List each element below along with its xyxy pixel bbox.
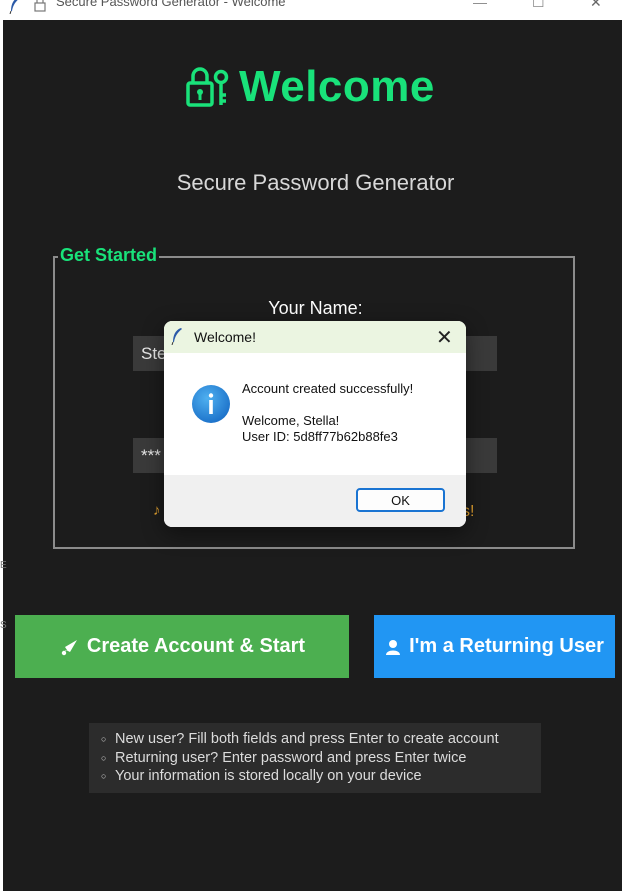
tip-item: ○ New user? Fill both fields and press En… [101,731,499,747]
ok-button[interactable]: OK [356,488,445,512]
window-title: Secure Password Generator - Welcome [56,0,286,9]
edge-mark-1: E [0,560,7,571]
feather-icon [9,0,18,14]
page-title: Welcome [239,62,435,111]
tip-item: ○ Your information is stored locally on y… [101,768,422,784]
dialog-body: Account created successfully! Welcome, S… [164,353,466,475]
dialog-title: Welcome! [194,329,256,345]
returning-user-button[interactable]: I'm a Returning User [374,615,615,678]
dialog-line-3: User ID: 5d8ff77b62b88fe3 [242,429,398,444]
minimize-button[interactable]: — [473,0,487,10]
name-label: Your Name: [268,298,363,318]
dialog-titlebar: Welcome! ✕ [164,321,466,353]
feather-icon [171,328,182,345]
hint-icon: ♪ [153,502,161,519]
user-icon [386,639,401,655]
rocket-icon [61,639,77,655]
lock-key-icon [186,67,229,107]
bullet-icon: ○ [101,734,107,744]
dialog-message: Account created successfully! Welcome, S… [242,381,413,445]
app-subtitle: Secure Password Generator [176,170,455,195]
dialog-line-1: Account created successfully! [242,381,414,396]
create-account-label: Create Account & Start [86,635,306,657]
tip-item: ○ Returning user? Enter password and pres… [101,749,467,766]
window-close-button[interactable]: ✕ [590,0,602,11]
welcome-header: Welcome [183,62,435,112]
edge-mark-2: S [0,620,7,631]
window-titlebar: Secure Password Generator - Welcome — ☐ … [0,0,625,20]
info-icon [192,385,230,423]
bullet-icon: ○ [101,752,107,763]
welcome-dialog: Welcome! ✕ Account created successfully!… [164,321,466,527]
frame-legend: Get Started [58,245,160,266]
returning-user-label: I'm a Returning User [409,635,604,657]
dialog-footer: OK [164,475,466,527]
tips-panel: ○ New user? Fill both fields and press En… [89,723,541,793]
maximize-button[interactable]: ☐ [532,0,545,11]
dialog-close-button[interactable]: ✕ [436,325,453,350]
bullet-icon: ○ [101,771,107,781]
create-account-button[interactable]: Create Account & Start [15,615,349,678]
lock-icon-small [34,0,46,12]
dialog-line-2: Welcome, Stella! [242,413,340,428]
